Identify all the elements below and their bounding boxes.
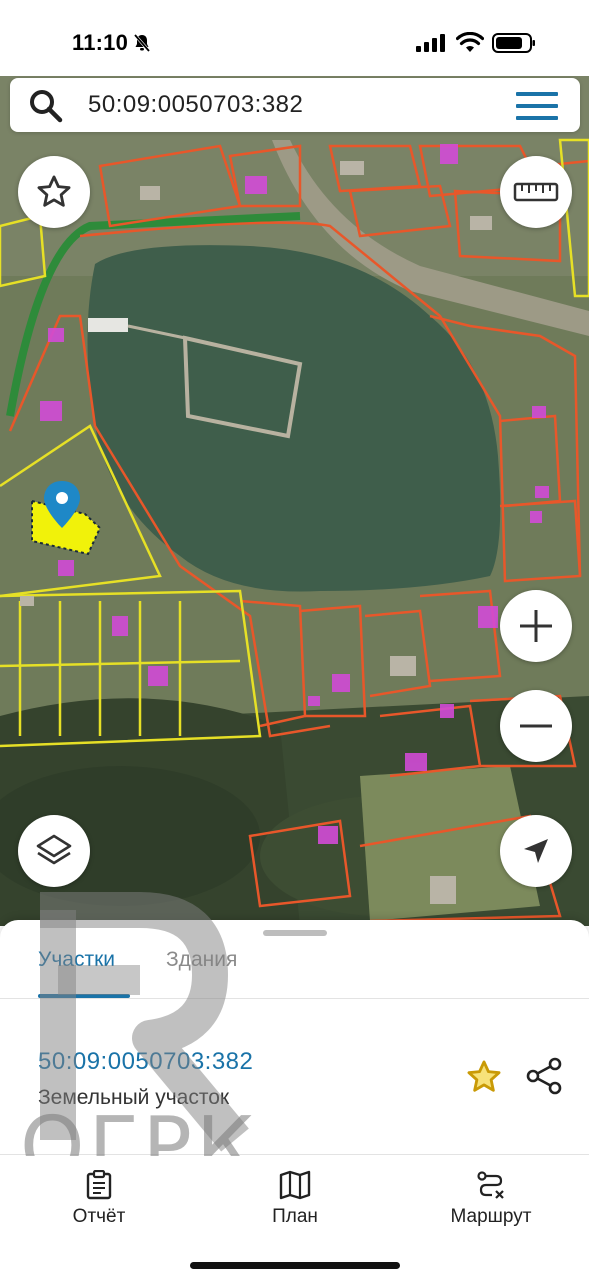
nav-report-label: Отчёт — [72, 1206, 126, 1227]
favorite-button[interactable] — [18, 156, 90, 228]
tab-parcels[interactable]: Участки — [38, 948, 115, 972]
star-filled-icon[interactable] — [464, 1058, 504, 1096]
bell-slash-icon — [133, 34, 151, 52]
status-bar: 11:10 — [0, 0, 589, 76]
zoom-in-button[interactable] — [500, 590, 572, 662]
wifi-icon — [456, 32, 484, 52]
map-icon — [279, 1170, 311, 1200]
locate-icon — [524, 839, 548, 863]
layers-button[interactable] — [18, 815, 90, 887]
ruler-icon — [513, 182, 559, 202]
measure-button[interactable] — [500, 156, 572, 228]
nav-plan-label: План — [272, 1206, 318, 1227]
search-bar[interactable]: 50:09:0050703:382 — [10, 78, 580, 132]
result-cadastral-number[interactable]: 50:09:0050703:382 — [38, 1048, 253, 1076]
tab-buildings[interactable]: Здания — [166, 948, 237, 972]
battery-icon — [492, 33, 535, 53]
zoom-out-button[interactable] — [500, 690, 572, 762]
map-view[interactable] — [0, 76, 589, 926]
nav-route-label: Маршрут — [450, 1206, 532, 1227]
report-icon — [86, 1170, 112, 1200]
nav-plan[interactable]: План — [250, 1170, 340, 1228]
signal-icon — [416, 34, 445, 52]
zoom-in-icon — [520, 610, 552, 642]
search-icon[interactable] — [28, 88, 64, 124]
home-indicator — [190, 1262, 400, 1269]
nav-report[interactable]: Отчёт — [54, 1170, 144, 1228]
share-icon[interactable] — [524, 1056, 564, 1096]
status-time: 11:10 — [72, 30, 129, 55]
sheet-drag-handle[interactable] — [263, 930, 327, 936]
tab-divider — [0, 998, 589, 999]
search-input[interactable]: 50:09:0050703:382 — [88, 91, 303, 119]
nav-route[interactable]: Маршрут — [438, 1170, 544, 1228]
zoom-out-icon — [520, 724, 552, 728]
satellite-map[interactable] — [0, 76, 589, 926]
route-icon — [477, 1171, 504, 1199]
locate-button[interactable] — [500, 815, 572, 887]
layers-icon — [36, 834, 72, 865]
menu-icon[interactable] — [516, 91, 558, 121]
star-icon — [37, 175, 71, 207]
